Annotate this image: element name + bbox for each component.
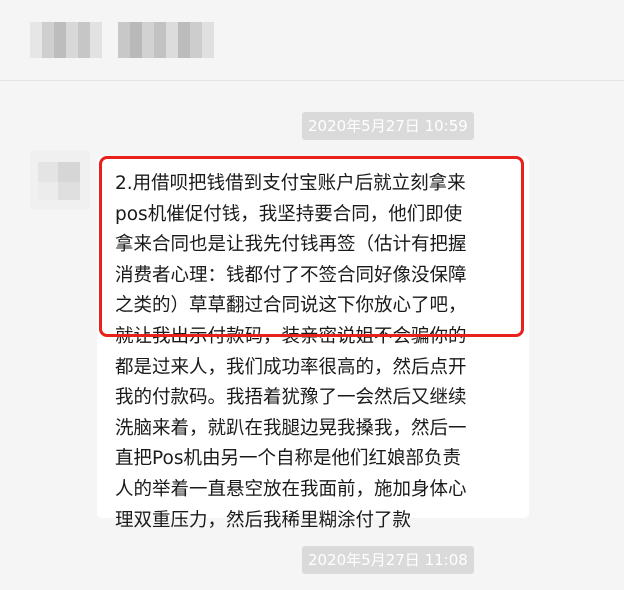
message-text: 2.用借呗把钱借到支付宝账户后就立刻拿来 pos机催促付钱，我坚持要合同，他们即使…	[115, 169, 519, 536]
message-line: 消费者心理：钱都付了不签合同好像没保障	[115, 264, 467, 286]
message-line: 我的付款码。我捂着犹豫了一会然后又继续	[115, 387, 467, 409]
message-line: 洗脑来着，就趴在我腿边晃我搡我，然后一	[115, 417, 467, 439]
message-line: 2.用借呗把钱借到支付宝账户后就立刻拿来	[115, 173, 466, 194]
message-line: 人的举着一直悬空放在我面前，施加身体心	[115, 478, 467, 500]
message-line: 理双重压力，然后我稀里糊涂付了款	[115, 509, 412, 531]
blurred-contact-name	[30, 22, 102, 58]
message-line: 拿来合同也是让我先付钱再签（估计有把握	[115, 234, 467, 256]
message-line: 之类的）草草翻过合同说这下你放心了吧，	[115, 295, 467, 317]
message-line: 就让我出示付款码，装亲密说姐不会骗你的	[115, 325, 467, 347]
chat-header	[0, 0, 624, 81]
message-line: 直把Pos机由另一个自称是他们红娘部负责	[115, 448, 461, 470]
message-line: 都是过来人，我们成功率很高的，然后点开	[115, 356, 467, 378]
blurred-contact-subtitle	[118, 22, 214, 58]
message-bubble[interactable]: 2.用借呗把钱借到支付宝账户后就立刻拿来 pos机催促付钱，我坚持要合同，他们即使…	[97, 156, 529, 531]
timestamp: 2020年5月27日 11:08	[302, 546, 474, 574]
message-line: pos机催促付钱，我坚持要合同，他们即使	[115, 203, 463, 225]
timestamp: 2020年5月27日 10:59	[302, 112, 474, 140]
avatar[interactable]	[30, 150, 90, 210]
